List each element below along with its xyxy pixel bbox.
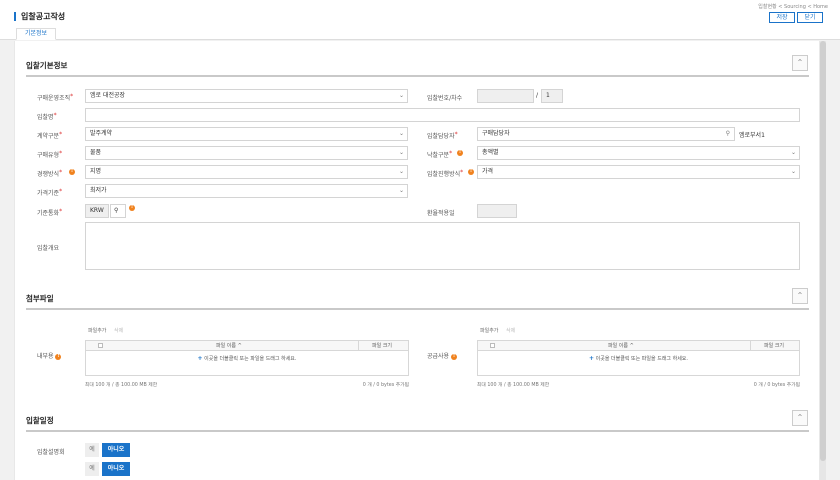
- supplier-file-table-header: 파일 이름 ^ 파일 크기: [478, 341, 799, 351]
- label-supplier: 공급사용 !: [427, 353, 458, 360]
- warning-icon: !: [468, 169, 474, 175]
- column-file-size[interactable]: 파일 크기: [372, 342, 392, 349]
- page-title: 입찰공고작성: [14, 12, 65, 21]
- chevron-down-icon: ⌄: [790, 168, 796, 175]
- select-all-checkbox[interactable]: [98, 343, 103, 348]
- chevron-down-icon: ⌄: [398, 168, 404, 175]
- column-file-name[interactable]: 파일 이름 ^: [608, 342, 634, 349]
- collapse-up-icon: ⌃: [796, 291, 804, 300]
- chevron-down-icon: ⌄: [790, 149, 796, 156]
- warning-icon: !: [451, 353, 458, 360]
- label-contract-type: 계약구분*: [37, 131, 63, 140]
- section-title-basic: 입찰기본정보: [26, 61, 68, 70]
- purchase-type-select[interactable]: 물품 ⌄: [85, 146, 408, 160]
- close-button[interactable]: 닫기: [797, 12, 823, 23]
- supplier-file-toolbar: 파일추가 삭제: [477, 327, 518, 336]
- label-currency: 기준통화*: [37, 208, 63, 217]
- bid-no-separator: /: [536, 92, 539, 99]
- page-header: 입찰공고작성 입찰현황 < Sourcing < Home 저장 닫기: [0, 0, 840, 26]
- purchase-org-select[interactable]: 엠로 대전공장 ⌄: [85, 89, 408, 103]
- internal-add-file-button[interactable]: 파일추가: [85, 327, 109, 336]
- internal-file-toolbar: 파일추가 삭제: [85, 327, 126, 336]
- internal-file-uploader: 파일추가 삭제 파일 이름 ^ 파일 크기 + 이곳을 더블클릭 또는 파일을 …: [85, 327, 409, 397]
- internal-drop-zone[interactable]: + 이곳을 더블클릭 또는 파일을 드래그 하세요.: [86, 355, 408, 362]
- tab-basic-info[interactable]: 기본정보: [16, 28, 56, 40]
- plus-icon: +: [197, 355, 203, 362]
- main-content: 입찰기본정보 ⌃ 구매운영조직* 엠로 대전공장 ⌄ 입찰번호/차수 / 1 입찰…: [14, 41, 820, 480]
- supplier-file-limit: 최대 100 개 / 총 100.00 MB 제한: [477, 383, 550, 388]
- column-file-size[interactable]: 파일 크기: [764, 342, 784, 349]
- chevron-down-icon: ⌄: [398, 187, 404, 194]
- internal-file-table[interactable]: 파일 이름 ^ 파일 크기 + 이곳을 더블클릭 또는 파일을 드래그 하세요.: [85, 340, 409, 376]
- section-divider: [26, 430, 809, 432]
- chevron-down-icon: ⌄: [398, 149, 404, 156]
- section-divider: [26, 75, 809, 77]
- overview-textarea[interactable]: [85, 222, 800, 270]
- column-file-name[interactable]: 파일 이름 ^: [216, 342, 242, 349]
- select-all-checkbox[interactable]: [490, 343, 495, 348]
- save-button[interactable]: 저장: [769, 12, 795, 23]
- search-icon[interactable]: ⚲: [726, 128, 730, 140]
- compete-method-select[interactable]: 지명 ⌄: [85, 165, 408, 179]
- collapse-up-icon: ⌃: [796, 58, 804, 67]
- warning-icon: !: [457, 150, 463, 156]
- bid-round-field: 1: [541, 89, 563, 103]
- label-purchase-org: 구매운영조직*: [37, 93, 74, 102]
- collapse-button-basic[interactable]: ⌃: [792, 55, 808, 71]
- internal-file-table-header: 파일 이름 ^ 파일 크기: [86, 341, 408, 351]
- exchange-rate-field: [477, 204, 517, 218]
- label-purchase-type: 구매유형*: [37, 150, 63, 159]
- supplier-file-table[interactable]: 파일 이름 ^ 파일 크기 + 이곳을 더블클릭 또는 파일을 드래그 하세요.: [477, 340, 800, 376]
- search-icon: ⚲: [114, 207, 119, 214]
- warning-icon: !: [55, 353, 62, 360]
- supplier-delete-file-button[interactable]: 삭제: [503, 327, 518, 336]
- plus-icon: +: [589, 355, 595, 362]
- contract-type-select[interactable]: 발주계약 ⌄: [85, 127, 408, 141]
- collapse-up-icon: ⌃: [796, 413, 804, 422]
- section-title-schedule: 입찰일정: [26, 416, 54, 425]
- progress-method-select[interactable]: 가격 ⌄: [477, 165, 800, 179]
- label-bid-manager: 입찰담당자*: [427, 131, 458, 140]
- briefing-yes-toggle[interactable]: 예: [85, 443, 99, 457]
- warning-icon: !: [129, 205, 135, 211]
- bid-number-field: [477, 89, 534, 103]
- tab-bar: 기본정보: [0, 26, 840, 40]
- label-overview: 입찰개요: [37, 245, 60, 252]
- internal-file-total: 0 개 / 0 bytes 추가됨: [362, 383, 409, 388]
- label-bid-no: 입찰번호/차수: [427, 95, 463, 102]
- scrollbar-thumb[interactable]: [820, 41, 826, 461]
- row2-no-toggle[interactable]: 아니오: [102, 462, 130, 476]
- section-title-attachments: 첨부파일: [26, 294, 54, 303]
- chevron-down-icon: ⌄: [398, 92, 404, 99]
- supplier-file-uploader: 파일추가 삭제 파일 이름 ^ 파일 크기 + 이곳을 더블클릭 또는 파일을 …: [477, 327, 800, 397]
- currency-field: KRW: [85, 204, 109, 218]
- currency-search-button[interactable]: ⚲: [110, 204, 126, 218]
- label-internal: 내부용 !: [37, 353, 62, 360]
- label-bid-name: 입찰명*: [37, 112, 57, 121]
- award-type-select[interactable]: 총액별 ⌄: [477, 146, 800, 160]
- label-award-type: 낙찰구분*: [427, 150, 453, 159]
- supplier-file-total: 0 개 / 0 bytes 추가됨: [753, 383, 800, 388]
- label-exchange-rate: 환율적용일: [427, 210, 455, 217]
- briefing-no-toggle[interactable]: 아니오: [102, 443, 130, 457]
- warning-icon: !: [69, 169, 75, 175]
- chevron-down-icon: ⌄: [398, 130, 404, 137]
- breadcrumb: 입찰현황 < Sourcing < Home: [758, 4, 828, 10]
- label-price-basis: 가격기준*: [37, 188, 63, 197]
- collapse-button-schedule[interactable]: ⌃: [792, 410, 808, 426]
- row2-yes-toggle[interactable]: 예: [85, 462, 99, 476]
- supplier-add-file-button[interactable]: 파일추가: [477, 327, 501, 336]
- supplier-drop-zone[interactable]: + 이곳을 더블클릭 또는 파일을 드래그 하세요.: [478, 355, 799, 362]
- label-briefing: 입찰설명회: [37, 449, 65, 456]
- bid-name-input[interactable]: [85, 108, 800, 122]
- section-divider: [26, 308, 809, 310]
- bid-manager-input[interactable]: 구매담당자 ⚲: [477, 127, 735, 141]
- collapse-button-attachments[interactable]: ⌃: [792, 288, 808, 304]
- internal-delete-file-button[interactable]: 삭제: [111, 327, 126, 336]
- label-progress-method: 입찰진행방식*: [427, 169, 464, 178]
- internal-file-limit: 최대 100 개 / 총 100.00 MB 제한: [85, 383, 158, 388]
- bid-manager-dept: 엠로부서1: [739, 132, 765, 139]
- price-basis-select[interactable]: 최저가 ⌄: [85, 184, 408, 198]
- label-compete-method: 경쟁방식*: [37, 169, 63, 178]
